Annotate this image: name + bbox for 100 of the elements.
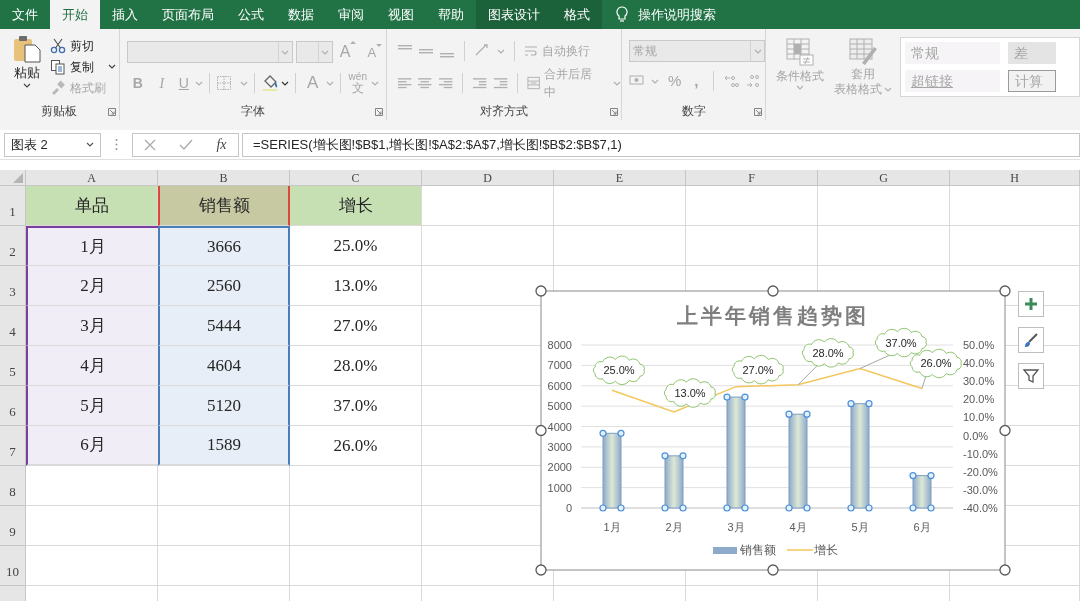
decrease-indent-icon[interactable] bbox=[472, 76, 488, 90]
bar[interactable] bbox=[602, 432, 622, 509]
column-header[interactable]: D bbox=[422, 170, 554, 186]
ribbon-tab[interactable]: 帮助 bbox=[426, 0, 476, 29]
selection-handle[interactable] bbox=[927, 472, 935, 480]
row-header[interactable]: 9 bbox=[0, 506, 26, 546]
selection-handle[interactable] bbox=[785, 410, 793, 418]
more-icon[interactable] bbox=[115, 138, 118, 151]
row-header[interactable]: 2 bbox=[0, 226, 26, 266]
column-header[interactable]: G bbox=[818, 170, 950, 186]
resize-handle[interactable] bbox=[535, 285, 547, 297]
align-center-icon[interactable] bbox=[417, 76, 433, 90]
dialog-launcher-icon[interactable] bbox=[107, 108, 116, 116]
table-cell[interactable]: 27.0% bbox=[290, 306, 422, 346]
row-header[interactable]: 1 bbox=[0, 186, 26, 226]
column-header[interactable]: H bbox=[950, 170, 1080, 186]
table-cell[interactable]: 1589 bbox=[158, 426, 290, 466]
increase-decimal-icon[interactable] bbox=[723, 73, 740, 89]
column-header[interactable]: E bbox=[554, 170, 686, 186]
resize-handle[interactable] bbox=[999, 424, 1011, 437]
table-cell[interactable]: 2月 bbox=[26, 266, 158, 306]
bar[interactable] bbox=[726, 396, 746, 509]
decrease-decimal-icon[interactable] bbox=[745, 73, 762, 89]
cut-button[interactable]: 剪切 bbox=[48, 35, 118, 56]
table-cell[interactable]: 4月 bbox=[26, 346, 158, 386]
bar[interactable] bbox=[850, 403, 870, 509]
table-cell[interactable]: 4604 bbox=[158, 346, 290, 386]
selection-handle[interactable] bbox=[599, 429, 607, 437]
selection-handle[interactable] bbox=[599, 504, 607, 512]
table-cell[interactable]: 5444 bbox=[158, 306, 290, 346]
table-cell[interactable]: 37.0% bbox=[290, 386, 422, 426]
table-cell[interactable]: 5120 bbox=[158, 386, 290, 426]
dialog-launcher-icon[interactable] bbox=[754, 108, 762, 116]
column-header[interactable]: B bbox=[158, 170, 290, 186]
name-box[interactable]: 图表 2 bbox=[4, 132, 101, 157]
resize-handle[interactable] bbox=[999, 285, 1011, 297]
chart-styles-button[interactable] bbox=[1018, 327, 1044, 353]
row-header[interactable]: 7 bbox=[0, 426, 26, 466]
ribbon-tab[interactable]: 图表设计 bbox=[476, 0, 552, 29]
chart-elements-button[interactable] bbox=[1018, 291, 1044, 317]
dialog-launcher-icon[interactable] bbox=[610, 108, 618, 116]
resize-handle[interactable] bbox=[535, 424, 547, 437]
column-header[interactable]: C bbox=[290, 170, 422, 186]
selection-handle[interactable] bbox=[741, 393, 749, 401]
selection-handle[interactable] bbox=[785, 504, 793, 512]
resize-handle[interactable] bbox=[767, 285, 779, 297]
check-icon[interactable] bbox=[179, 138, 194, 151]
resize-handle[interactable] bbox=[999, 564, 1011, 576]
borders-icon[interactable] bbox=[215, 75, 232, 91]
ribbon-tab[interactable]: 视图 bbox=[376, 0, 426, 29]
dialog-launcher-icon[interactable] bbox=[375, 108, 384, 116]
selection-handle[interactable] bbox=[723, 393, 731, 401]
cancel-icon[interactable] bbox=[144, 138, 157, 151]
selection-handle[interactable] bbox=[803, 410, 811, 418]
header-cell[interactable]: 销售额 bbox=[158, 186, 290, 226]
table-cell[interactable]: 3月 bbox=[26, 306, 158, 346]
chart-title[interactable]: 上半年销售趋势图 bbox=[677, 304, 869, 327]
resize-handle[interactable] bbox=[767, 564, 779, 576]
ribbon-tab[interactable]: 开始 bbox=[50, 0, 100, 29]
table-cell[interactable]: 1月 bbox=[26, 226, 158, 266]
row-header[interactable]: 6 bbox=[0, 386, 26, 426]
row-header[interactable]: 5 bbox=[0, 346, 26, 386]
selection-handle[interactable] bbox=[927, 504, 935, 512]
align-right-icon[interactable] bbox=[437, 76, 454, 90]
selection-handle[interactable] bbox=[679, 504, 687, 512]
selection-handle[interactable] bbox=[847, 400, 855, 408]
selection-handle[interactable] bbox=[847, 504, 855, 512]
row-header[interactable]: 8 bbox=[0, 466, 26, 506]
selection-handle[interactable] bbox=[909, 504, 917, 512]
column-header[interactable]: F bbox=[686, 170, 818, 186]
bar[interactable] bbox=[912, 475, 932, 509]
table-cell[interactable]: 28.0% bbox=[290, 346, 422, 386]
increase-indent-icon[interactable] bbox=[492, 76, 508, 90]
chart-filters-button[interactable] bbox=[1018, 363, 1044, 389]
selection-handle[interactable] bbox=[617, 429, 625, 437]
selection-handle[interactable] bbox=[617, 504, 625, 512]
selection-handle[interactable] bbox=[679, 452, 687, 460]
ribbon-tab[interactable]: 公式 bbox=[226, 0, 276, 29]
header-cell[interactable]: 单品 bbox=[26, 186, 158, 226]
row-header[interactable]: 3 bbox=[0, 266, 26, 306]
currency-icon[interactable] bbox=[629, 74, 645, 88]
insert-function-button[interactable]: fx bbox=[216, 134, 227, 155]
selection-handle[interactable] bbox=[865, 504, 873, 512]
table-cell[interactable]: 25.0% bbox=[290, 226, 422, 266]
table-cell[interactable]: 5月 bbox=[26, 386, 158, 426]
bar[interactable] bbox=[788, 413, 808, 509]
ribbon-tab[interactable]: 格式 bbox=[552, 0, 602, 29]
selection-handle[interactable] bbox=[909, 472, 917, 480]
fill-bucket-icon[interactable] bbox=[260, 74, 279, 92]
selection-handle[interactable] bbox=[661, 504, 669, 512]
header-cell[interactable]: 增长 bbox=[290, 186, 422, 226]
ribbon-tab[interactable]: 数据 bbox=[276, 0, 326, 29]
search-hint[interactable]: 操作说明搜索 bbox=[638, 4, 716, 25]
selection-handle[interactable] bbox=[741, 504, 749, 512]
table-cell[interactable]: 26.0% bbox=[290, 426, 422, 466]
bar[interactable] bbox=[664, 455, 684, 509]
ribbon-tab[interactable]: 插入 bbox=[100, 0, 150, 29]
paste-button[interactable]: 粘贴 bbox=[10, 35, 44, 102]
selection-handle[interactable] bbox=[723, 504, 731, 512]
selection-handle[interactable] bbox=[865, 400, 873, 408]
